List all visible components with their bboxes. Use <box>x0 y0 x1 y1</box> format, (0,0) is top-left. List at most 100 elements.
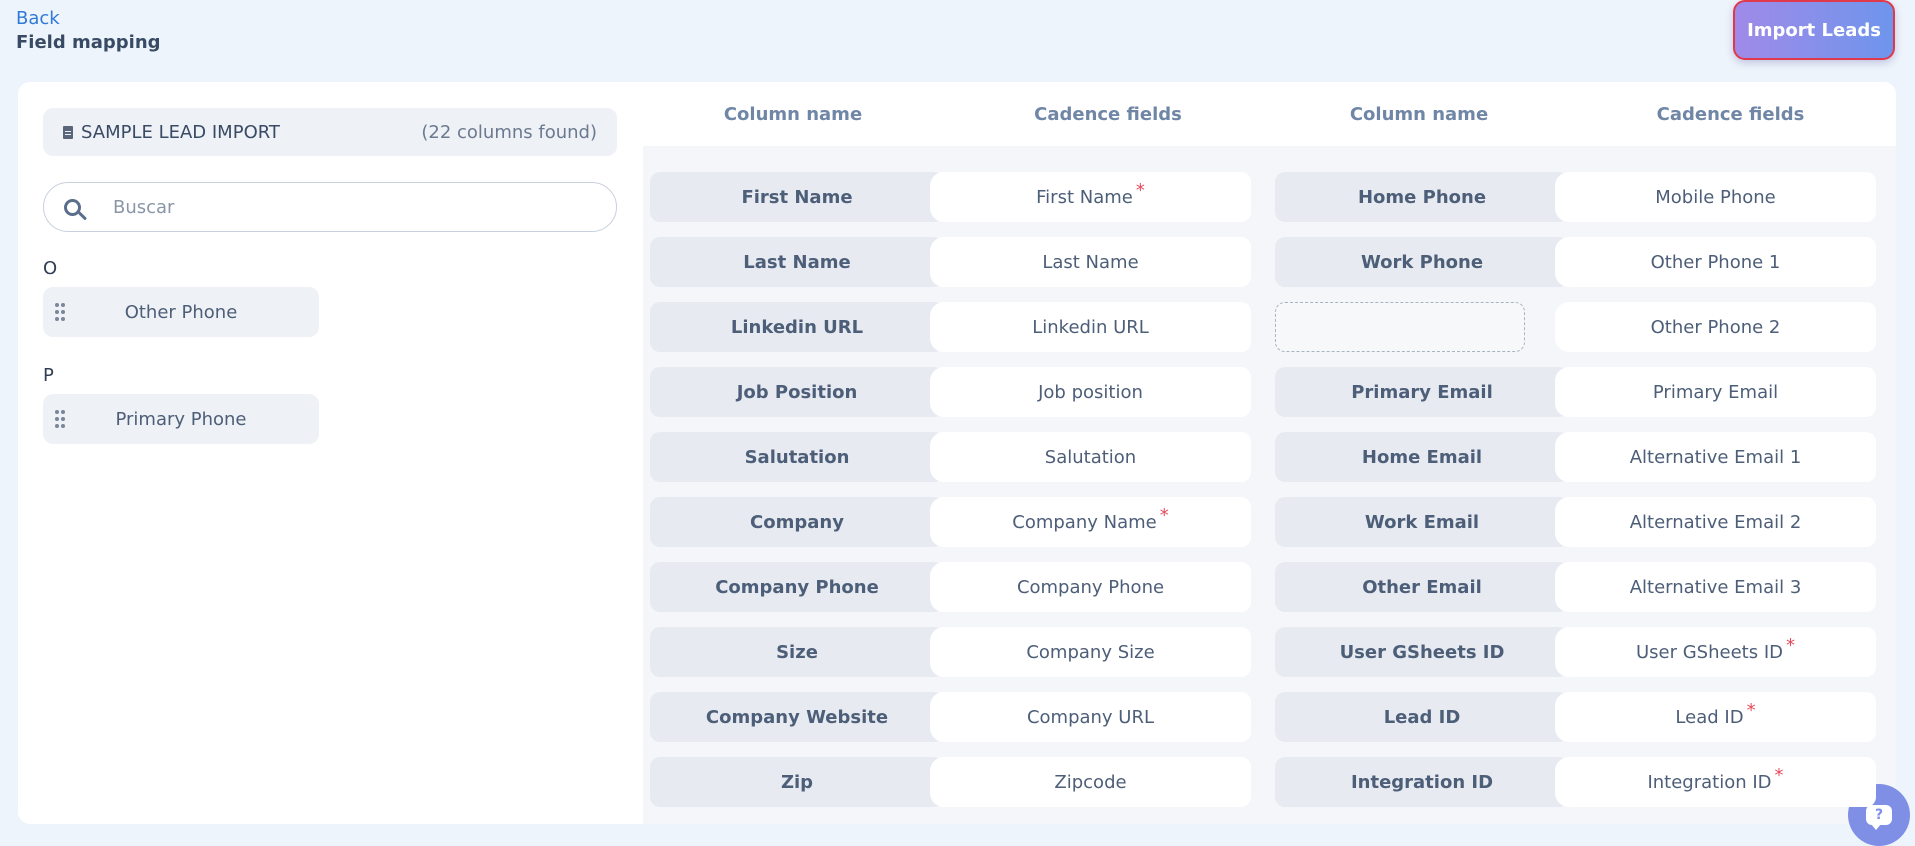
cadence-field: Salutation <box>930 432 1251 482</box>
column-name-header: Column name <box>1349 103 1489 125</box>
cadence-field: Alternative Email 3 <box>1555 562 1876 612</box>
cadence-field-label: Company Size <box>1026 641 1155 663</box>
empty-drop-zone[interactable] <box>1275 302 1525 352</box>
left-mapping-pair: Linkedin URL Linkedin URL <box>650 302 1265 352</box>
cadence-field: Lead ID * <box>1555 692 1876 742</box>
cadence-fields-header: Cadence fields <box>1034 103 1182 125</box>
cadence-field: User GSheets ID * <box>1555 627 1876 677</box>
cadence-field: Company Size <box>930 627 1251 677</box>
drag-handle-icon[interactable] <box>55 303 65 321</box>
right-mapping-pair: Primary Email Primary Email <box>1275 367 1890 417</box>
cadence-field-label: Other Phone 1 <box>1650 251 1781 273</box>
left-mapping-pair: Company Company Name * <box>650 497 1265 547</box>
mapped-column-pill[interactable]: Other Email <box>1275 562 1569 612</box>
mapped-column-pill[interactable]: Zip <box>650 757 944 807</box>
search-input[interactable] <box>111 195 555 219</box>
cadence-field: Other Phone 1 <box>1555 237 1876 287</box>
back-link[interactable]: Back <box>16 8 161 30</box>
group-letter: O <box>43 258 58 279</box>
cadence-field-label: Company URL <box>1026 706 1155 728</box>
cadence-field-label: Linkedin URL <box>1032 316 1149 338</box>
mapped-column-pill[interactable]: Integration ID <box>1275 757 1569 807</box>
import-leads-button[interactable]: Import Leads <box>1733 0 1895 60</box>
cadence-field-label: Lead ID <box>1675 706 1744 728</box>
topbar: Back Field mapping <box>16 8 161 54</box>
table-row: Company Phone Company Phone Other Email Alt… <box>650 562 1890 612</box>
mapped-column-pill[interactable]: Work Phone <box>1275 237 1569 287</box>
draggable-column-item[interactable]: Primary Phone <box>43 394 319 444</box>
table-row: Linkedin URL Linkedin URL Other Phone 2 <box>650 302 1890 352</box>
right-mapping-pair: User GSheets ID User GSheets ID * <box>1275 627 1890 677</box>
search-box[interactable] <box>43 182 617 232</box>
cadence-fields-header: Cadence fields <box>1656 103 1805 125</box>
cadence-field: Last Name <box>930 237 1251 287</box>
cadence-field-label: Mobile Phone <box>1655 186 1776 208</box>
left-mapping-pair: Last Name Last Name <box>650 237 1265 287</box>
table-row: Salutation Salutation Home Email Alternativ… <box>650 432 1890 482</box>
table-row: First Name First Name * Home Phone Mobile Ph… <box>650 172 1890 222</box>
columns-found-count: (22 columns found) <box>421 121 597 143</box>
table-row: Zip Zipcode Integration ID Integration ID * <box>650 757 1890 807</box>
left-mapping-pair: Company Phone Company Phone <box>650 562 1265 612</box>
mapped-column-pill[interactable]: Company Phone <box>650 562 944 612</box>
cadence-field: Mobile Phone <box>1555 172 1876 222</box>
cadence-field: Job position <box>930 367 1251 417</box>
left-mapping-pair: Zip Zipcode <box>650 757 1265 807</box>
right-mapping-pair: Other Email Alternative Email 3 <box>1275 562 1890 612</box>
group-letter: P <box>43 365 54 386</box>
cadence-field: Linkedin URL <box>930 302 1251 352</box>
cadence-field-label: User GSheets ID <box>1635 641 1783 663</box>
table-body: First Name First Name * Home Phone Mobile Ph… <box>643 146 1896 824</box>
mapped-column-pill[interactable]: Home Phone <box>1275 172 1569 222</box>
required-marker: * <box>1746 699 1756 721</box>
mapped-column-pill[interactable]: Home Email <box>1275 432 1569 482</box>
mapped-column-pill[interactable]: Lead ID <box>1275 692 1569 742</box>
right-mapping-pair: Home Phone Mobile Phone <box>1275 172 1890 222</box>
cadence-field-label: Job position <box>1038 381 1143 403</box>
page-title: Field mapping <box>16 32 161 53</box>
file-name-label: SAMPLE LEAD IMPORT <box>81 121 280 143</box>
table-row: Last Name Last Name Work Phone Other Phone … <box>650 237 1890 287</box>
right-mapping-pair: Other Phone 2 <box>1275 302 1890 352</box>
required-marker: * <box>1786 634 1795 656</box>
mapping-card: SAMPLE LEAD IMPORT (22 columns found) O O… <box>18 82 1896 824</box>
required-marker: * <box>1774 764 1784 786</box>
mapped-column-pill[interactable]: Company Website <box>650 692 944 742</box>
table-row: Company Website Company URL Lead ID Lead ID… <box>650 692 1890 742</box>
cadence-field-label: Company Phone <box>1016 576 1165 598</box>
cadence-field: Company Name * <box>930 497 1251 547</box>
cadence-field-label: Integration ID <box>1647 771 1772 793</box>
left-mapping-pair: Salutation Salutation <box>650 432 1265 482</box>
mapped-column-pill[interactable]: User GSheets ID <box>1275 627 1569 677</box>
mapped-column-pill[interactable]: First Name <box>650 172 944 222</box>
cadence-field-label: Last Name <box>1042 251 1139 273</box>
cadence-field: Primary Email <box>1555 367 1876 417</box>
cadence-field: Alternative Email 1 <box>1555 432 1876 482</box>
mapped-column-pill[interactable]: Linkedin URL <box>650 302 944 352</box>
left-mapping-pair: First Name First Name * <box>650 172 1265 222</box>
file-header: SAMPLE LEAD IMPORT (22 columns found) <box>43 108 617 156</box>
cadence-field-label: Salutation <box>1044 446 1137 468</box>
file-name: SAMPLE LEAD IMPORT <box>63 122 280 143</box>
draggable-column-label: Primary Phone <box>115 408 247 430</box>
mapped-column-pill[interactable]: Work Email <box>1275 497 1569 547</box>
cadence-field-label: Alternative Email 3 <box>1629 576 1802 598</box>
mapped-column-pill[interactable]: Last Name <box>650 237 944 287</box>
cadence-field: Company Phone <box>930 562 1251 612</box>
cadence-field-label: Other Phone 2 <box>1650 316 1781 338</box>
cadence-field-label: Alternative Email 2 <box>1629 511 1802 533</box>
cadence-field-label: Zipcode <box>1054 771 1127 793</box>
right-mapping-pair: Work Email Alternative Email 2 <box>1275 497 1890 547</box>
draggable-column-item[interactable]: Other Phone <box>43 287 319 337</box>
table-row: Company Company Name * Work Email Alternativ… <box>650 497 1890 547</box>
drag-handle-icon[interactable] <box>55 410 65 428</box>
left-mapping-pair: Company Website Company URL <box>650 692 1265 742</box>
right-mapping-pair: Home Email Alternative Email 1 <box>1275 432 1890 482</box>
mapped-column-pill[interactable]: Primary Email <box>1275 367 1569 417</box>
required-marker: * <box>1159 504 1169 526</box>
mapped-column-pill[interactable]: Job Position <box>650 367 944 417</box>
mapped-column-pill[interactable]: Salutation <box>650 432 944 482</box>
mapped-column-pill[interactable]: Size <box>650 627 944 677</box>
cadence-field-label: Primary Email <box>1652 381 1779 403</box>
mapped-column-pill[interactable]: Company <box>650 497 944 547</box>
